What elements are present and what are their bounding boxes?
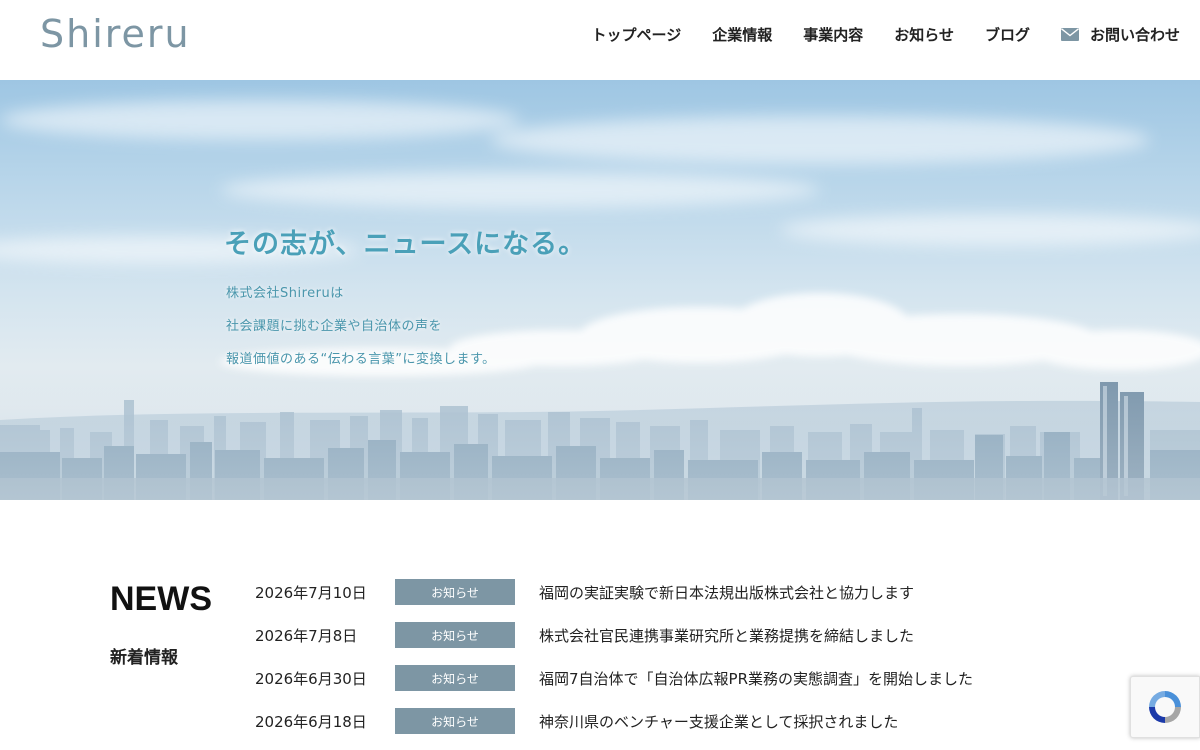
news-list-item[interactable]: 2026年6月18日 お知らせ 神奈川県のベンチャー支援企業として採択されました (255, 708, 1055, 734)
news-title-link[interactable]: 神奈川県のベンチャー支援企業として採択されました (539, 711, 898, 732)
news-category-badge: お知らせ (395, 622, 515, 648)
mail-icon (1060, 28, 1079, 41)
main-nav: トップページ 企業情報 事業内容 お知らせ ブログ お問い合わせ (561, 24, 1180, 45)
nav-item-news[interactable]: お知らせ (894, 24, 954, 45)
hero-title: その志が、ニュースになる。 (224, 229, 587, 260)
news-category-badge: お知らせ (395, 708, 515, 734)
news-list-item[interactable]: 2026年6月30日 お知らせ 福岡7自治体で「自治体広報PR業務の実態調査」を… (255, 665, 1055, 691)
recaptcha-badge[interactable] (1130, 676, 1200, 738)
news-date: 2026年6月18日 (255, 712, 367, 731)
nav-item-contact[interactable]: お問い合わせ (1060, 24, 1180, 45)
nav-item-label: トップページ (591, 26, 682, 44)
news-date: 2026年7月8日 (255, 626, 358, 645)
nav-item-label: お問い合わせ (1089, 26, 1180, 44)
site-logo[interactable]: Shireru (40, 12, 191, 56)
nav-item-company[interactable]: 企業情報 (712, 24, 772, 45)
news-heading: NEWS (110, 580, 212, 618)
news-title-link[interactable]: 福岡の実証実験で新日本法規出版株式会社と協力します (539, 582, 914, 603)
hero-banner: その志が、ニュースになる。 株式会社Shireruは 社会課題に挑む企業や自治体… (0, 80, 1200, 500)
nav-item-label: お知らせ (894, 26, 954, 44)
hero-description-line: 株式会社Shireruは (226, 286, 344, 301)
news-title-link[interactable]: 福岡7自治体で「自治体広報PR業務の実態調査」を開始しました (539, 668, 973, 689)
nav-item-label: 企業情報 (712, 26, 773, 44)
news-date: 2026年6月30日 (255, 669, 367, 688)
news-category-badge: お知らせ (395, 579, 515, 605)
news-subheading: 新着情報 (110, 648, 178, 668)
nav-item-label: 事業内容 (803, 26, 864, 44)
news-list-item[interactable]: 2026年7月8日 お知らせ 株式会社官民連携事業研究所と業務提携を締結しました (255, 622, 1055, 648)
recaptcha-icon (1149, 691, 1181, 723)
nav-item-business[interactable]: 事業内容 (803, 24, 863, 45)
nav-item-blog[interactable]: ブログ (985, 24, 1030, 45)
site-header: Shireru トップページ 企業情報 事業内容 お知らせ ブログ お問い合わせ (0, 0, 1200, 80)
hero-description-line: 社会課題に挑む企業や自治体の声を (226, 319, 443, 334)
news-list-item[interactable]: 2026年7月10日 お知らせ 福岡の実証実験で新日本法規出版株式会社と協力しま… (255, 579, 1055, 605)
news-title-link[interactable]: 株式会社官民連携事業研究所と業務提携を締結しました (539, 625, 914, 646)
nav-item-label: ブログ (984, 26, 1030, 44)
news-category-badge: お知らせ (395, 665, 515, 691)
hero-description-line: 報道価値のある“伝わる言葉”に変換します。 (226, 352, 496, 367)
nav-item-top[interactable]: トップページ (592, 24, 682, 45)
city-skyline-image (0, 100, 1200, 500)
news-date: 2026年7月10日 (255, 583, 367, 602)
